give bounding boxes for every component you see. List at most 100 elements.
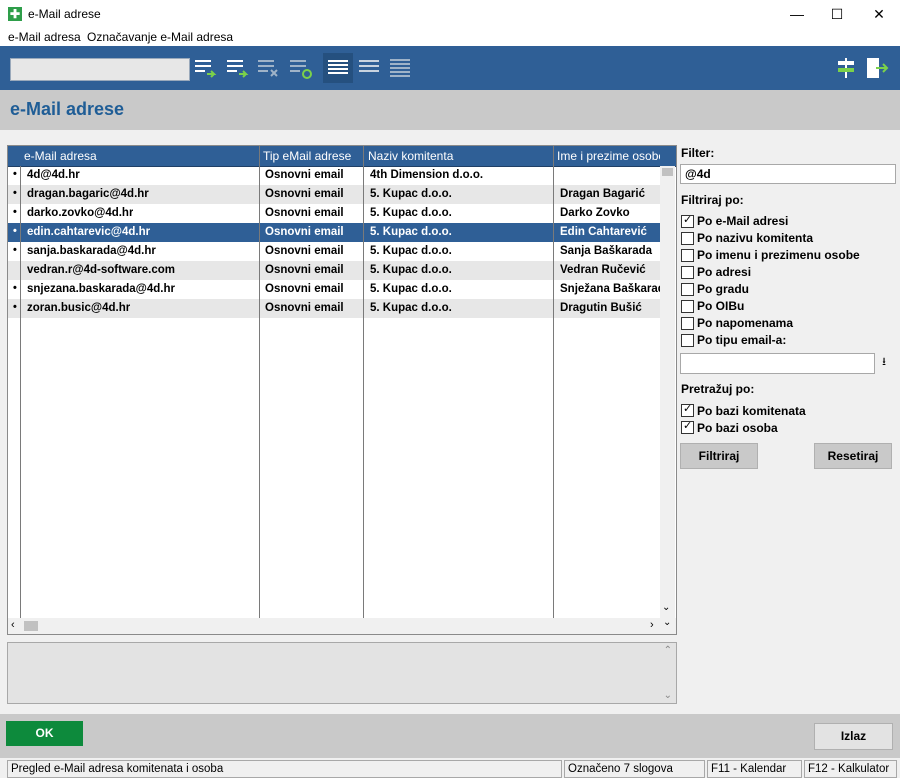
list-view-2-icon[interactable] xyxy=(356,55,382,81)
checkbox-client-db[interactable] xyxy=(681,402,694,417)
email-table[interactable]: e-Mail adresa Tip eMail adrese Naziv kom… xyxy=(7,145,677,635)
scroll-thumb-h[interactable] xyxy=(24,621,38,631)
checkbox-label-email[interactable]: Po e-Mail adresi xyxy=(697,214,788,228)
column-divider xyxy=(553,146,554,618)
cell-type: Osnovni email xyxy=(265,264,344,276)
cell-client: 5. Kupac d.o.o. xyxy=(370,207,452,219)
filter-label: Filter: xyxy=(681,146,715,160)
status-f11[interactable]: F11 - Kalendar xyxy=(707,760,802,778)
checkbox-label-client-name[interactable]: Po nazivu komitenta xyxy=(697,231,813,245)
scroll-down-icon[interactable]: ⌄ xyxy=(663,617,671,628)
add-all-icon[interactable] xyxy=(225,55,251,81)
refresh-list-icon[interactable] xyxy=(288,55,314,81)
column-header-email[interactable]: e-Mail adresa xyxy=(24,149,256,163)
checkbox-email[interactable] xyxy=(681,213,694,228)
cell-email: snjezana.baskarada@4d.hr xyxy=(27,283,176,295)
scroll-down-icon[interactable]: ⌄ xyxy=(664,690,672,701)
checkbox-city[interactable] xyxy=(681,283,694,296)
cell-person: Vedran Ručević xyxy=(560,264,646,276)
cell-client: 5. Kupac d.o.o. xyxy=(370,188,452,200)
cell-client: 5. Kupac d.o.o. xyxy=(370,245,452,257)
scroll-up-icon[interactable]: ⌃ xyxy=(664,645,672,656)
checkbox-client-name[interactable] xyxy=(681,232,694,245)
cell-type: Osnovni email xyxy=(265,169,344,181)
checkbox-label-notes[interactable]: Po napomenama xyxy=(697,316,793,330)
cell-person: Dragutin Bušić xyxy=(560,302,642,314)
signpost-icon[interactable] xyxy=(833,55,859,81)
checkbox-email-type[interactable] xyxy=(681,334,694,347)
checkbox-address[interactable] xyxy=(681,266,694,279)
cell-email: sanja.baskarada@4d.hr xyxy=(27,245,156,257)
list-view-3-icon[interactable] xyxy=(387,55,413,81)
remove-icon[interactable] xyxy=(256,55,282,81)
row-marker: • xyxy=(13,187,17,199)
title-bar xyxy=(0,0,900,28)
menu-oznacavanje[interactable]: Označavanje e-Mail adresa xyxy=(87,30,233,44)
app-icon: ✚ xyxy=(8,7,22,21)
table-row[interactable]: • dragan.bagaric@4d.hr Osnovni email 5. … xyxy=(8,185,660,204)
checkbox-label-address[interactable]: Po adresi xyxy=(697,265,751,279)
cell-email: edin.cahtarevic@4d.hr xyxy=(27,226,151,238)
table-row[interactable]: vedran.r@4d-software.com Osnovni email 5… xyxy=(8,261,660,280)
horizontal-scrollbar[interactable]: ‹ › ⌄ xyxy=(8,617,676,634)
column-divider xyxy=(259,146,260,618)
filter-button[interactable]: Filtriraj xyxy=(680,443,758,469)
scroll-left-icon[interactable]: ‹ xyxy=(11,619,15,631)
cell-person: Sanja Baškarada xyxy=(560,245,653,257)
scroll-down-icon[interactable]: ⌄ xyxy=(662,602,670,613)
cell-client: 5. Kupac d.o.o. xyxy=(370,226,452,238)
cell-person: Darko Zovko xyxy=(560,207,630,219)
column-divider xyxy=(20,166,21,618)
table-row[interactable]: • sanja.baskarada@4d.hr Osnovni email 5.… xyxy=(8,242,660,261)
cell-type: Osnovni email xyxy=(265,207,344,219)
notes-area[interactable]: ⌃ ⌄ xyxy=(7,642,677,704)
checkbox-oib[interactable] xyxy=(681,300,694,313)
menu-email-adresa[interactable]: e-Mail adresa xyxy=(8,30,81,44)
vertical-scrollbar[interactable]: ⌄ xyxy=(660,166,675,618)
checkbox-label-email-type[interactable]: Po tipu email-a: xyxy=(697,333,786,347)
checkbox-notes[interactable] xyxy=(681,317,694,330)
checkbox-person-name[interactable] xyxy=(681,249,694,262)
filter-input[interactable]: @4d xyxy=(680,164,896,184)
row-marker: • xyxy=(13,301,17,313)
table-row[interactable]: • zoran.busic@4d.hr Osnovni email 5. Kup… xyxy=(8,299,660,318)
cell-client: 5. Kupac d.o.o. xyxy=(370,302,452,314)
cell-email: darko.zovko@4d.hr xyxy=(27,207,134,219)
row-marker: • xyxy=(13,244,17,256)
cell-person: Snježana Baškarada xyxy=(560,283,660,295)
exit-button[interactable]: Izlaz xyxy=(814,723,893,750)
maximize-button[interactable]: ☐ xyxy=(814,0,860,28)
search-input[interactable] xyxy=(10,58,190,81)
checkbox-label-city[interactable]: Po gradu xyxy=(697,282,749,296)
scroll-thumb[interactable] xyxy=(662,168,673,176)
exit-icon[interactable] xyxy=(864,55,890,81)
table-row[interactable]: • darko.zovko@4d.hr Osnovni email 5. Kup… xyxy=(8,204,660,223)
checkbox-label-person-db[interactable]: Po bazi osoba xyxy=(697,421,778,435)
reset-button[interactable]: Resetiraj xyxy=(814,443,892,469)
cell-type: Osnovni email xyxy=(265,245,344,257)
cell-client: 4th Dimension d.o.o. xyxy=(370,169,484,181)
checkbox-label-person-name[interactable]: Po imenu i prezimenu osobe xyxy=(697,248,860,262)
checkbox-label-client-db[interactable]: Po bazi komitenata xyxy=(697,404,806,418)
cell-email: dragan.bagaric@4d.hr xyxy=(27,188,149,200)
table-row[interactable]: • snjezana.baskarada@4d.hr Osnovni email… xyxy=(8,280,660,299)
close-button[interactable]: ✕ xyxy=(856,0,900,28)
list-view-1-icon[interactable] xyxy=(325,55,351,81)
row-marker: • xyxy=(13,282,17,294)
search-in-label: Pretražuj po: xyxy=(681,382,755,396)
column-header-type[interactable]: Tip eMail adrese xyxy=(263,149,363,163)
status-f12[interactable]: F12 - Kalkulator xyxy=(804,760,897,778)
checkbox-person-db[interactable] xyxy=(681,419,694,434)
ok-button[interactable]: OK xyxy=(6,721,83,746)
column-header-client[interactable]: Naziv komitenta xyxy=(368,149,553,163)
add-to-list-icon[interactable] xyxy=(193,55,219,81)
column-header-person[interactable]: Ime i prezime osobe xyxy=(557,149,660,163)
scroll-right-icon[interactable]: › xyxy=(650,619,654,631)
checkbox-label-oib[interactable]: Po OIBu xyxy=(697,299,744,313)
email-type-select[interactable] xyxy=(680,353,875,374)
column-divider xyxy=(363,146,364,618)
cell-person: Edin Čahtarević xyxy=(560,226,647,238)
table-row-selected[interactable]: • edin.cahtarevic@4d.hr Osnovni email 5.… xyxy=(8,223,660,242)
dropdown-arrow-icon[interactable]: ⭳ xyxy=(876,353,892,372)
table-row[interactable]: • 4d@4d.hr Osnovni email 4th Dimension d… xyxy=(8,166,660,185)
